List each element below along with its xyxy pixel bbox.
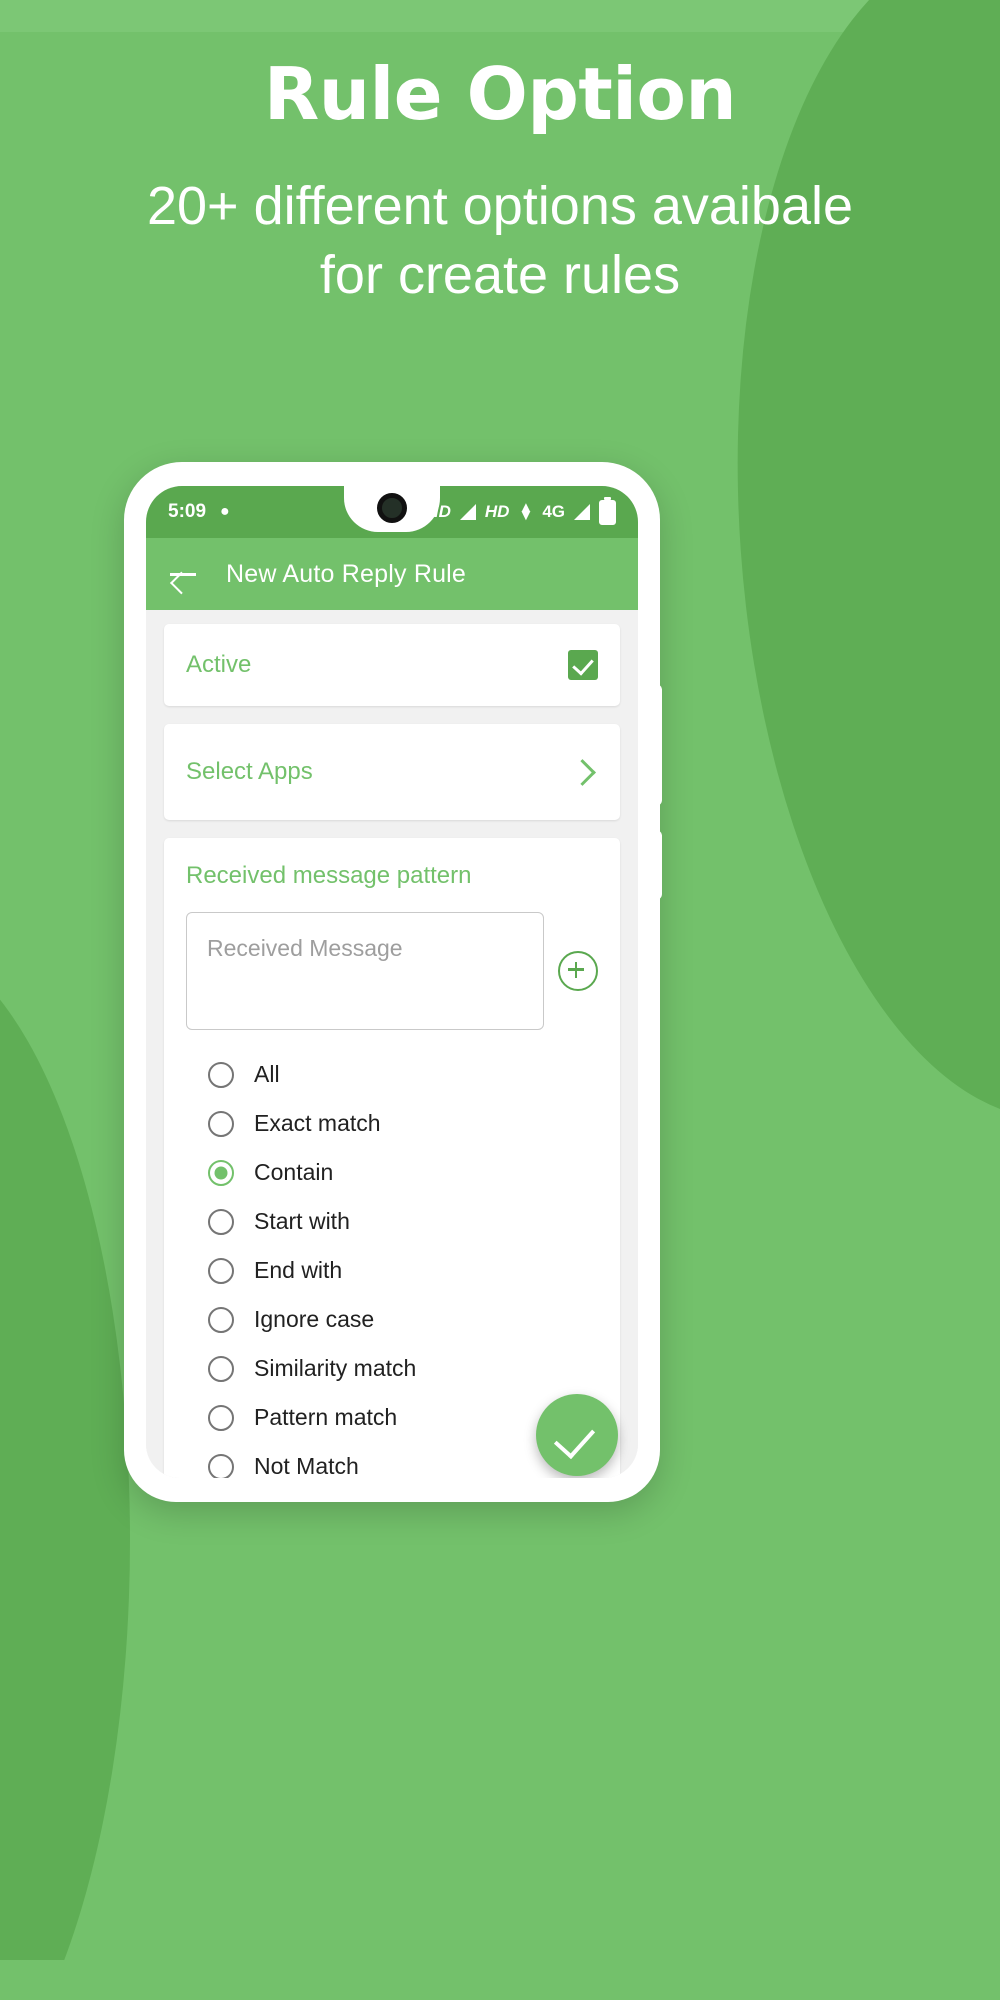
promo-subtitle: 20+ different options avaibale for creat… (146, 176, 854, 306)
active-checkbox[interactable] (568, 650, 598, 680)
background-blob-left (0, 940, 130, 2000)
select-apps-label: Select Apps (186, 758, 313, 785)
back-arrow-icon[interactable] (168, 559, 198, 589)
signal-icon-1 (459, 504, 476, 520)
radio-item-all[interactable]: All (208, 1050, 598, 1099)
match-option-list: All Exact match Contain Start with End w… (186, 1030, 598, 1478)
radio-pattern-match-icon[interactable] (208, 1404, 234, 1431)
radio-item-ignore-case[interactable]: Ignore case (208, 1295, 598, 1344)
save-fab-button[interactable] (536, 1394, 618, 1476)
add-circle-icon[interactable] (558, 951, 598, 991)
radio-similarity-match-label: Similarity match (254, 1355, 417, 1381)
radio-not-match-icon[interactable] (208, 1453, 234, 1478)
promo-text-block: Rule Option 20+ different options avaiba… (0, 0, 1000, 310)
pattern-card: Received message pattern All Exact match (164, 838, 620, 1478)
message-icon: ● (220, 503, 230, 520)
radio-start-with-icon[interactable] (208, 1208, 234, 1235)
radio-not-match-label: Not Match (254, 1453, 359, 1478)
promo-title: Rule Option (263, 52, 737, 136)
radio-ignore-case-label: Ignore case (254, 1306, 375, 1332)
active-row[interactable]: Active (164, 624, 620, 706)
radio-item-start-with[interactable]: Start with (208, 1197, 598, 1246)
chevron-right-icon (569, 758, 596, 786)
active-label: Active (186, 651, 252, 678)
radio-end-with-label: End with (254, 1257, 343, 1283)
screen-content: Active Select Apps Received message patt… (146, 610, 638, 1478)
signal-icon-2 (574, 504, 590, 520)
network-label: 4G (542, 502, 565, 521)
radio-exact-match-label: Exact match (254, 1110, 381, 1136)
phone-mockup: 5:09 ● HD HD ▲▼ 4G New Auto Reply Rule (124, 462, 662, 1502)
radio-item-exact-match[interactable]: Exact match (208, 1099, 598, 1148)
battery-icon (599, 496, 616, 525)
pattern-title: Received message pattern (186, 862, 472, 889)
received-message-input[interactable] (186, 912, 544, 1030)
app-bar: New Auto Reply Rule (146, 538, 638, 610)
phone-volume-button (652, 684, 662, 806)
radio-item-contain[interactable]: Contain (208, 1148, 598, 1197)
radio-all-icon[interactable] (208, 1061, 234, 1088)
radio-item-similarity-match[interactable]: Similarity match (208, 1344, 598, 1393)
background-band-bottom (0, 1960, 1000, 2000)
radio-similarity-match-icon[interactable] (208, 1355, 234, 1382)
status-bar-left: 5:09 ● (146, 501, 230, 523)
radio-end-with-icon[interactable] (208, 1257, 234, 1284)
data-transfer-icon: ▲ ▼ (518, 499, 534, 524)
radio-exact-match-icon[interactable] (208, 1110, 234, 1137)
radio-contain-icon[interactable] (208, 1159, 234, 1186)
hd-label-2: HD (484, 502, 510, 521)
radio-ignore-case-icon[interactable] (208, 1306, 234, 1333)
status-bar: 5:09 ● HD HD ▲ ▼ 4G (146, 486, 638, 538)
radio-contain-label: Contain (254, 1159, 334, 1185)
radio-pattern-match-label: Pattern match (254, 1404, 398, 1430)
select-apps-card[interactable]: Select Apps (164, 724, 620, 820)
front-camera (377, 493, 407, 523)
radio-all-label: All (254, 1061, 280, 1087)
page-title: New Auto Reply Rule (226, 559, 467, 588)
pattern-input-row (186, 912, 598, 1030)
select-apps-row[interactable]: Select Apps (164, 724, 620, 820)
phone-power-button (652, 830, 662, 900)
active-card[interactable]: Active (164, 624, 620, 706)
status-bar-right: HD HD ▲ ▼ 4G (410, 496, 638, 525)
radio-start-with-label: Start with (254, 1208, 350, 1234)
radio-item-end-with[interactable]: End with (208, 1246, 598, 1295)
phone-screen: 5:09 ● HD HD ▲▼ 4G New Auto Reply Rule (146, 486, 638, 1478)
status-time: 5:09 (168, 501, 207, 522)
phone-notch (344, 486, 440, 532)
